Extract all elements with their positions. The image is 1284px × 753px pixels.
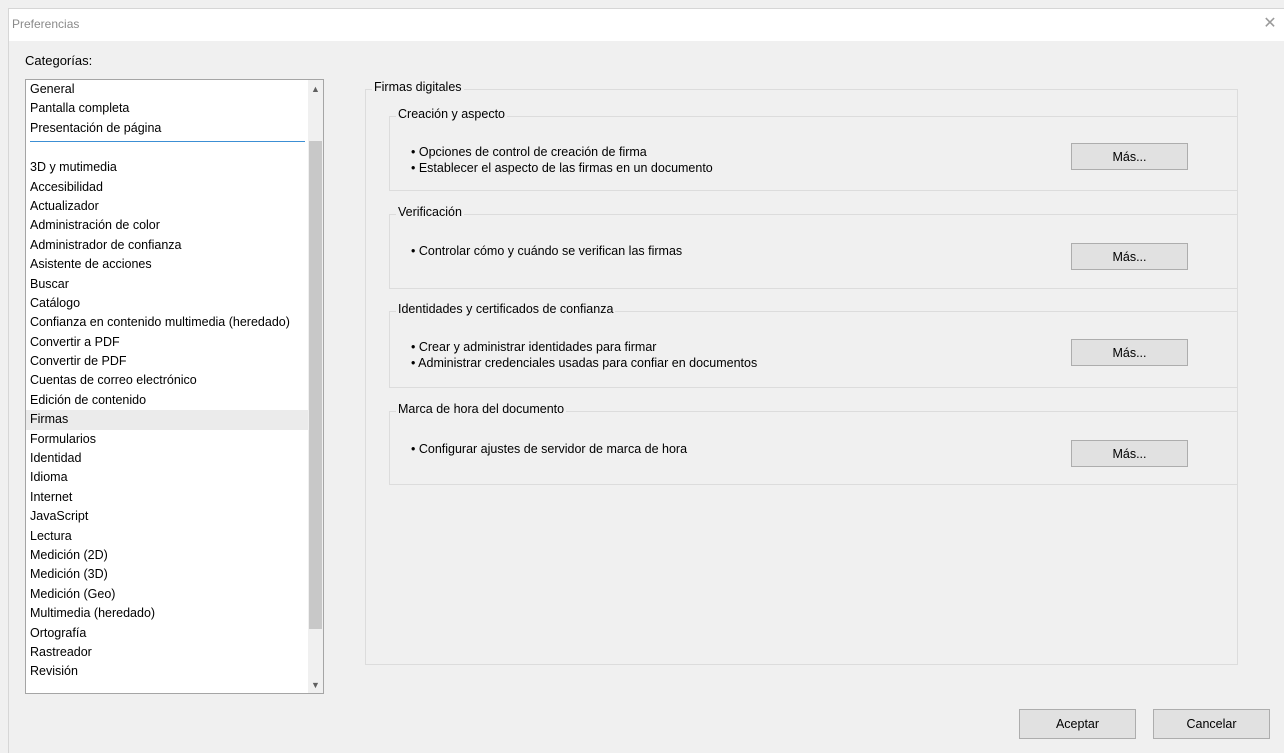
title-bar: Preferencias ✕ — [9, 9, 1284, 41]
close-icon: ✕ — [1263, 15, 1277, 32]
category-item[interactable]: Accesibilidad — [26, 178, 309, 197]
category-item[interactable]: Presentación de página — [26, 119, 309, 138]
categories-items: General Pantalla completa Presentación d… — [26, 80, 309, 693]
chevron-down-icon: ▼ — [311, 679, 320, 690]
section-creation-appearance: Creación y aspecto • Opciones de control… — [389, 107, 1238, 191]
scroll-thumb[interactable] — [309, 141, 322, 629]
more-button-creation[interactable]: Más... — [1071, 143, 1188, 170]
category-item-selected[interactable]: Firmas — [26, 410, 309, 430]
bullet-item: • Establecer el aspecto de las firmas en… — [411, 161, 713, 175]
categories-list[interactable]: General Pantalla completa Presentación d… — [25, 79, 324, 694]
bullet-item: • Opciones de control de creación de fir… — [411, 145, 647, 159]
category-item[interactable]: Medición (3D) — [26, 565, 309, 584]
category-item[interactable]: Edición de contenido — [26, 391, 309, 410]
bullet-item: • Configurar ajustes de servidor de marc… — [411, 442, 688, 456]
category-item[interactable]: Multimedia (heredado) — [26, 604, 309, 623]
bullet-item: • Administrar credenciales usadas para c… — [411, 356, 758, 370]
category-item[interactable]: Buscar — [26, 275, 309, 294]
category-item[interactable]: Pantalla completa — [26, 99, 309, 118]
category-item[interactable]: Cuentas de correo electrónico — [26, 371, 309, 390]
category-item[interactable]: Catálogo — [26, 294, 309, 313]
section-bullets: • Configurar ajustes de servidor de marc… — [411, 441, 687, 457]
section-identities-certificates: Identidades y certificados de confianza … — [389, 302, 1238, 388]
section-bullets: • Controlar cómo y cuándo se verifican l… — [411, 243, 682, 259]
section-bullets: • Crear y administrar identidades para f… — [411, 339, 757, 371]
category-item[interactable]: Medición (2D) — [26, 546, 309, 565]
categories-label: Categorías: — [25, 53, 93, 68]
bullet-item: • Controlar cómo y cuándo se verifican l… — [411, 244, 683, 258]
category-item[interactable]: Internet — [26, 488, 309, 507]
category-item[interactable]: Administrador de confianza — [26, 236, 309, 255]
more-button-timestamp[interactable]: Más... — [1071, 440, 1188, 467]
section-bullets: • Opciones de control de creación de fir… — [411, 144, 713, 176]
window-title: Preferencias — [12, 17, 80, 31]
section-title: Marca de hora del documento — [396, 402, 567, 416]
section-verification: Verificación • Controlar cómo y cuándo s… — [389, 205, 1238, 289]
category-item[interactable]: Actualizador — [26, 197, 309, 216]
category-item[interactable]: Identidad — [26, 449, 309, 468]
close-button[interactable]: ✕ — [1256, 9, 1284, 37]
category-item[interactable]: Ortografía — [26, 624, 309, 643]
cancel-button[interactable]: Cancelar — [1153, 709, 1270, 739]
category-item[interactable]: Idioma — [26, 468, 309, 487]
category-item[interactable]: Lectura — [26, 527, 309, 546]
category-item[interactable]: Revisión — [26, 662, 309, 681]
category-item[interactable]: Asistente de acciones — [26, 255, 309, 274]
category-item[interactable]: Medición (Geo) — [26, 585, 309, 604]
more-button-identities[interactable]: Más... — [1071, 339, 1188, 366]
category-item[interactable]: JavaScript — [26, 507, 309, 526]
vertical-scrollbar[interactable]: ▲ ▼ — [308, 80, 323, 693]
category-item[interactable]: Confianza en contenido multimedia (hered… — [26, 313, 309, 332]
section-timestamp: Marca de hora del documento • Configurar… — [389, 402, 1238, 485]
scroll-up-button[interactable]: ▲ — [308, 80, 323, 97]
chevron-up-icon: ▲ — [311, 83, 320, 94]
category-item[interactable]: Convertir de PDF — [26, 352, 309, 371]
group-title: Firmas digitales — [372, 80, 464, 94]
category-item[interactable]: General — [26, 80, 309, 99]
category-item[interactable]: 3D y mutimedia — [26, 158, 309, 177]
scroll-down-button[interactable]: ▼ — [308, 676, 323, 693]
more-button-verification[interactable]: Más... — [1071, 243, 1188, 270]
category-item[interactable]: Formularios — [26, 430, 309, 449]
category-item[interactable]: Convertir a PDF — [26, 333, 309, 352]
section-title: Creación y aspecto — [396, 107, 508, 121]
accept-button[interactable]: Aceptar — [1019, 709, 1136, 739]
section-title: Identidades y certificados de confianza — [396, 302, 616, 316]
category-item[interactable]: Administración de color — [26, 216, 309, 235]
category-item[interactable]: Rastreador — [26, 643, 309, 662]
section-title: Verificación — [396, 205, 464, 219]
category-separator — [26, 138, 309, 158]
bullet-item: • Crear y administrar identidades para f… — [411, 340, 657, 354]
